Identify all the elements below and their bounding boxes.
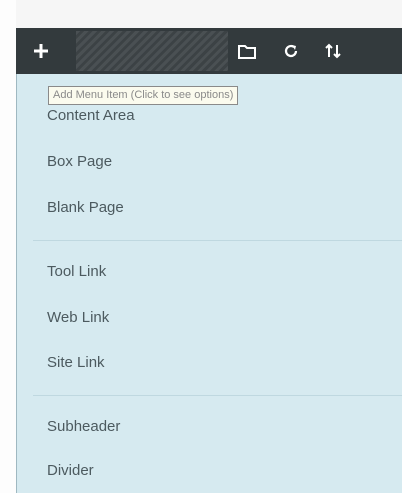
menu-item-box-page[interactable]: Box Page bbox=[47, 152, 112, 172]
menu-item-content-area[interactable]: Content Area bbox=[47, 106, 135, 126]
folder-button[interactable] bbox=[236, 41, 258, 61]
refresh-icon bbox=[284, 44, 298, 58]
menu-item-web-link[interactable]: Web Link bbox=[47, 308, 109, 328]
page-edge bbox=[0, 0, 16, 493]
menu-item-subheader[interactable]: Subheader bbox=[47, 417, 120, 437]
reorder-button[interactable] bbox=[322, 41, 344, 61]
plus-icon bbox=[34, 44, 48, 58]
toolbar-hatched-area bbox=[76, 31, 228, 71]
menu-item-tool-link[interactable]: Tool Link bbox=[47, 262, 106, 282]
course-menu-toolbar bbox=[16, 28, 402, 74]
refresh-button[interactable] bbox=[280, 41, 302, 61]
add-menu-item-tooltip: Add Menu Item (Click to see options) bbox=[48, 86, 239, 105]
menu-group-divider bbox=[33, 395, 402, 396]
menu-group-divider bbox=[33, 240, 402, 241]
menu-item-divider[interactable]: Divider bbox=[47, 461, 94, 481]
menu-item-blank-page[interactable]: Blank Page bbox=[47, 198, 124, 218]
folder-icon bbox=[238, 45, 256, 59]
sort-icon bbox=[325, 43, 341, 59]
add-menu-item-button[interactable] bbox=[28, 37, 54, 65]
menu-item-site-link[interactable]: Site Link bbox=[47, 353, 105, 373]
